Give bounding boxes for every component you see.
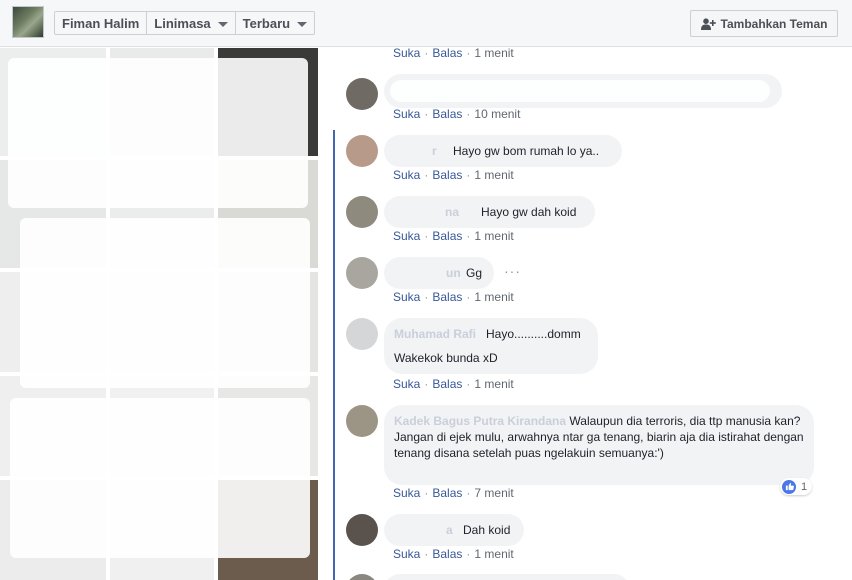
comment-actions: Suka · Balas · 1 menit [393,377,514,391]
profile-header-bar: Fiman Halim Linimasa Terbaru Tambahkan T… [0,0,852,47]
breadcrumb: Fiman Halim Linimasa Terbaru [54,11,316,35]
reply-link[interactable]: Balas [432,486,462,500]
comment-actions: Suka · Balas · 1 menit [393,290,514,304]
crumb-profile-label: Fiman Halim [62,15,140,31]
redaction-overlay [8,58,308,208]
comment-bubble: Muhamad Rafi Hayo..........domm Wakekok … [384,318,598,374]
commenter-avatar[interactable] [346,574,378,580]
comment-actions: Suka · Balas · 7 menit [393,486,514,500]
crumb-profile-name[interactable]: Fiman Halim [55,12,148,34]
comment-time[interactable]: 1 menit [474,377,513,391]
like-link[interactable]: Suka [393,290,420,304]
reply-link[interactable]: Balas [432,168,462,182]
commenter-avatar[interactable] [346,405,378,437]
reply-thread-line [333,130,335,580]
like-link[interactable]: Suka [393,547,420,561]
redaction-overlay [20,218,310,388]
thumbs-up-icon [782,479,796,494]
commenter-avatar[interactable] [346,196,378,228]
crumb-timeline[interactable]: Linimasa [147,12,236,34]
comment-text: Gg [466,266,483,280]
crumb-timeline-label: Linimasa [154,15,211,31]
comment-time[interactable]: 7 menit [474,486,513,500]
comment-text-line2: Wakekok bunda xD [394,351,498,365]
comment-bubble: na Hayo gw dah koid [384,196,595,228]
comment-text: Hayo..........domm [486,327,581,341]
chevron-down-icon [297,21,308,27]
comment-bubble [384,574,630,580]
comment-actions: Suka · Balas · 1 menit [393,547,514,561]
comment-bubble: a Dah koid [384,514,524,546]
like-link[interactable]: Suka [393,48,420,60]
comment-actions: Suka · Balas · 1 menit [393,168,514,182]
comment-bubble: Kadek Bagus Putra Kirandana Walaupun dia… [384,405,814,485]
add-friend-label: Tambahkan Teman [720,16,828,31]
commenter-name[interactable]: un [446,265,461,281]
comment-time[interactable]: 10 menit [474,107,520,121]
commenter-avatar[interactable] [346,257,378,289]
like-link[interactable]: Suka [393,377,420,391]
like-link[interactable]: Suka [393,107,420,121]
comment-text: Hayo gw dah koid [481,205,577,219]
reaction-badge[interactable]: 1 [780,478,813,495]
chevron-down-icon [217,21,228,27]
comment-text: Hayo gw bom rumah lo ya.. [453,144,600,158]
commenter-name[interactable]: a [446,522,453,538]
reply-link[interactable]: Balas [432,48,462,60]
commenter-avatar[interactable] [346,318,378,350]
reply-link[interactable]: Balas [432,377,462,391]
photo-grid [0,48,330,580]
like-link[interactable]: Suka [393,168,420,182]
comment-bubble: r Hayo gw bom rumah lo ya.. [384,135,622,167]
crumb-latest[interactable]: Terbaru [236,12,314,34]
reply-link[interactable]: Balas [432,290,462,304]
reply-link[interactable]: Balas [432,229,462,243]
commenter-name[interactable]: Kadek Bagus Putra Kirandana [394,414,566,428]
comment-bubble [384,74,782,108]
reply-link[interactable]: Balas [432,107,462,121]
commenter-avatar[interactable] [346,78,378,110]
commenter-name[interactable]: r [432,143,437,159]
comment-bubble: un Gg [384,257,494,289]
comments-panel: Suka · Balas · 1 menit Suka · Balas · 10 menit r… [333,48,852,580]
comment-time[interactable]: 1 menit [474,547,513,561]
add-friend-icon [700,17,716,30]
reply-link[interactable]: Balas [432,547,462,561]
crumb-latest-label: Terbaru [242,15,291,31]
like-link[interactable]: Suka [393,229,420,243]
comment-actions: Suka · Balas · 10 menit [393,107,521,121]
profile-avatar[interactable] [12,6,44,38]
like-link[interactable]: Suka [393,486,420,500]
comment-actions: Suka · Balas · 1 menit [393,229,514,243]
more-options-icon[interactable]: ··· [504,263,521,279]
commenter-avatar[interactable] [346,135,378,167]
comment-actions: Suka · Balas · 1 menit [393,48,514,60]
comment-time[interactable]: 1 menit [474,168,513,182]
commenter-name[interactable]: Muhamad Rafi [394,326,476,342]
comment-time[interactable]: 1 menit [474,290,513,304]
redaction-overlay [10,398,310,558]
commenter-avatar[interactable] [346,514,378,546]
commenter-name[interactable]: na [445,204,459,220]
add-friend-button[interactable]: Tambahkan Teman [690,10,838,37]
comment-time[interactable]: 1 menit [474,229,513,243]
comment-time[interactable]: 1 menit [474,48,513,60]
comment-text: Dah koid [463,523,511,537]
reaction-count: 1 [801,480,808,493]
